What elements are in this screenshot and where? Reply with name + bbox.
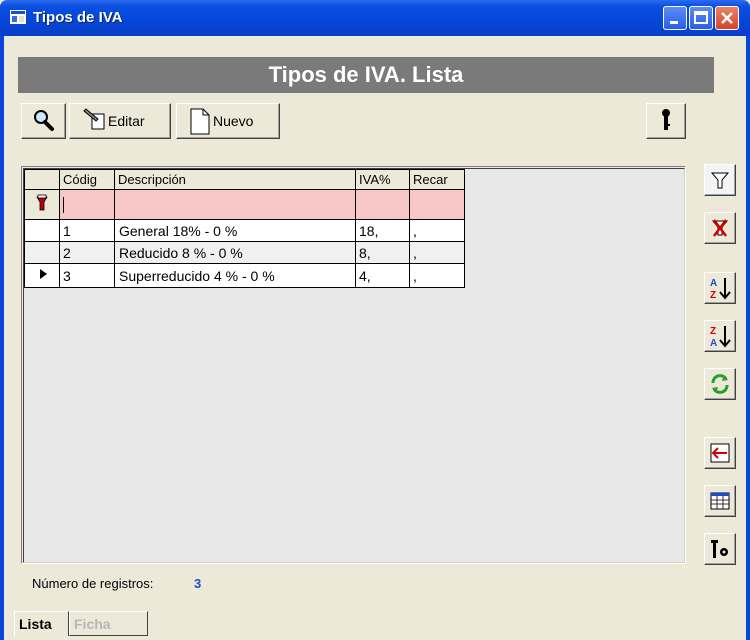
sort-ascending-button[interactable]: A Z [704,272,736,304]
record-count-value: 3 [194,576,202,591]
search-button[interactable] [21,103,66,139]
clear-filter-button[interactable] [704,212,736,244]
key-icon [662,109,670,130]
column-header-iva[interactable]: IVA% [355,169,410,190]
clear-filter-icon [711,219,729,237]
sort-descending-button[interactable]: Z A [704,320,736,352]
page-title: Tipos de IVA. Lista [268,62,464,87]
records-grid[interactable]: Códig Descripción IVA% Recar 1 General 1… [21,166,686,564]
key-button[interactable] [646,103,686,139]
filter-button[interactable] [704,164,736,196]
tab-bar: Lista Ficha [12,611,746,640]
header-band: Tipos de IVA. Lista [18,57,714,93]
cell-codigo[interactable]: 1 [59,219,115,242]
row-indicator[interactable] [24,219,60,242]
minimize-button[interactable] [663,6,687,30]
cell-recargo[interactable]: , [409,219,465,242]
window-border-right [746,36,750,640]
title-bar[interactable]: Tipos de IVA [0,0,750,36]
cell-recargo[interactable]: , [409,263,465,288]
sort-az-icon: A Z [710,278,731,301]
window-title: Tipos de IVA [33,9,123,26]
cell-descripcion[interactable]: Reducido 8 % - 0 % [114,241,356,264]
new-button[interactable]: Nuevo [176,103,280,139]
exit-button[interactable] [704,437,736,469]
config-button[interactable] [704,533,736,565]
filter-icon [710,172,730,189]
new-button-label: Nuevo [213,113,254,129]
new-row-recargo-cell[interactable] [409,189,465,220]
column-header-recargo[interactable]: Recar [409,169,465,190]
new-record-row[interactable] [24,189,465,220]
column-header-descripcion[interactable]: Descripción [114,169,356,190]
main-window: Tipos de IVA Tipos de IVA. Lista Editar [0,0,750,640]
edit-icon [83,108,105,130]
filter-pencil-icon [36,194,48,211]
refresh-button[interactable] [704,368,736,400]
filter-row-indicator [24,189,60,220]
maximize-icon [694,11,708,24]
cell-descripcion[interactable]: General 18% - 0 % [114,219,356,242]
svg-text:Z: Z [710,326,716,337]
svg-text:A: A [710,278,717,289]
table-header: Códig Descripción IVA% Recar [24,169,465,190]
cell-codigo[interactable]: 3 [59,263,115,288]
cell-descripcion[interactable]: Superreducido 4 % - 0 % [114,263,356,288]
grid-view-button[interactable] [704,485,736,517]
maximize-button[interactable] [689,6,713,30]
cell-codigo[interactable]: 2 [59,241,115,264]
refresh-icon [711,374,729,394]
window-border-left [0,36,4,640]
close-button[interactable] [715,6,739,30]
cell-iva[interactable]: 18, [355,219,410,242]
current-row-arrow-icon [40,269,47,279]
svg-text:Z: Z [710,290,716,301]
config-icon [711,540,728,558]
grid-inner: Códig Descripción IVA% Recar 1 General 1… [23,168,685,563]
record-count-label: Número de registros: [32,576,154,591]
edit-button-label: Editar [108,113,145,129]
exit-icon [710,443,730,463]
table-row-selected[interactable]: 3 Superreducido 4 % - 0 % 4, , [24,263,465,288]
cell-iva[interactable]: 8, [355,241,410,264]
grid-icon [710,492,730,510]
new-row-descripcion-cell[interactable] [114,189,356,220]
row-indicator[interactable] [24,241,60,264]
table-row[interactable]: 2 Reducido 8 % - 0 % 8, , [24,241,465,264]
sort-za-icon: Z A [710,326,731,349]
tab-ficha[interactable]: Ficha [69,611,148,636]
new-row-codigo-cell[interactable] [59,189,115,220]
svg-text:A: A [710,338,717,349]
column-header-codigo[interactable]: Códig [59,169,115,190]
tab-lista[interactable]: Lista [14,611,69,636]
app-icon [10,10,26,24]
cell-recargo[interactable]: , [409,241,465,264]
minimize-icon [670,21,678,24]
records-table: Códig Descripción IVA% Recar 1 General 1… [24,169,465,288]
new-row-iva-cell[interactable] [355,189,410,220]
row-indicator-current[interactable] [24,263,60,288]
cell-iva[interactable]: 4, [355,263,410,288]
table-row[interactable]: 1 General 18% - 0 % 18, , [24,219,465,242]
header-indicator [24,169,60,190]
close-icon [721,12,733,24]
search-icon [34,110,54,131]
edit-button[interactable]: Editar [69,103,171,139]
